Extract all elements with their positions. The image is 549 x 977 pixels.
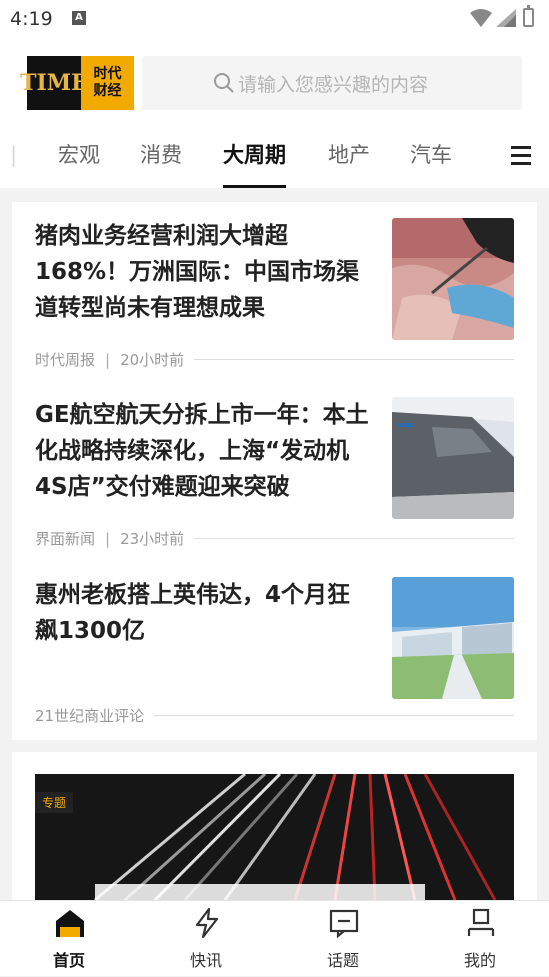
tab-consumption[interactable]: 消费 [140, 138, 182, 188]
meta-divider [194, 538, 514, 539]
tabs-fade-left [0, 138, 24, 178]
meta-separator: | [105, 350, 111, 369]
article-title[interactable]: 猪肉业务经营利润大增超168%！万洲国际：中国市场渠道转型尚未有理想成果 [35, 218, 370, 326]
status-time: 4:19 [10, 8, 53, 30]
article-thumbnail-factory[interactable] [392, 397, 514, 519]
article-source: 21世纪商业评论 [35, 707, 145, 725]
article-time: 23小时前 [120, 530, 185, 548]
article-thumbnail-park[interactable] [392, 577, 514, 699]
nav-profile[interactable]: 我的 [435, 901, 525, 977]
nav-topic-label: 话题 [326, 951, 359, 970]
logo-text: 时代 财经 [81, 56, 134, 110]
category-tabs: | 宏观 消费 大周期 地产 汽车 [0, 138, 549, 188]
article-meta: 界面新闻 | 23小时前 [35, 528, 514, 549]
tab-big-cycle[interactable]: 大周期 [223, 138, 286, 188]
profile-icon [467, 908, 495, 936]
article-time: 20小时前 [120, 351, 185, 369]
nav-home[interactable]: 首页 [24, 901, 114, 977]
logo-text-line1: 时代 [93, 66, 122, 82]
article-source: 界面新闻 [35, 530, 96, 548]
app-logo[interactable]: TIME 时代 财经 [20, 56, 134, 110]
logo-time-mark: TIME [20, 56, 88, 110]
nav-flash[interactable]: 快讯 [161, 901, 251, 977]
meta-divider [154, 715, 514, 716]
article-card: 猪肉业务经营利润大增超168%！万洲国际：中国市场渠道转型尚未有理想成果 时代周… [12, 202, 537, 740]
search-input[interactable]: 请输入您感兴趣的内容 [142, 56, 522, 110]
nav-topic[interactable]: 话题 [298, 901, 388, 977]
status-bar: 4:19 A [0, 0, 549, 38]
tab-auto[interactable]: 汽车 [410, 138, 452, 188]
logo-text-line2: 财经 [93, 83, 122, 99]
search-placeholder: 请输入您感兴趣的内容 [238, 73, 429, 96]
meta-separator: | [105, 529, 111, 548]
article-title[interactable]: GE航空航天分拆上市一年：本土化战略持续深化，上海“发动机4S店”交付难题迎来突… [35, 397, 370, 505]
home-icon [56, 910, 84, 937]
article-thumbnail-meat[interactable] [392, 218, 514, 340]
topic-banner-card[interactable]: 专题 [12, 752, 537, 912]
tabs-fade-right [480, 138, 505, 178]
header: TIME 时代 财经 请输入您感兴趣的内容 | 宏观 消费 大周期 地产 汽车 [0, 38, 549, 188]
wifi-icon [470, 9, 492, 27]
article-item[interactable]: 惠州老板搭上英伟达，4个月狂飙1300亿 21世纪商业评论 [35, 577, 514, 727]
topic-icon [329, 909, 359, 939]
article-meta: 时代周报 | 20小时前 [35, 349, 514, 370]
topic-banner-image[interactable]: 专题 [35, 774, 514, 900]
tab-macro[interactable]: 宏观 [58, 138, 100, 188]
article-item[interactable]: GE航空航天分拆上市一年：本土化战略持续深化，上海“发动机4S店”交付难题迎来突… [35, 397, 514, 557]
search-icon [214, 73, 234, 93]
lightning-icon [195, 907, 219, 939]
nav-profile-label: 我的 [463, 951, 496, 970]
meta-divider [194, 359, 514, 360]
topic-tag: 专题 [35, 792, 74, 813]
nav-home-label: 首页 [52, 951, 85, 970]
article-meta: 21世纪商业评论 [35, 705, 514, 726]
nav-flash-label: 快讯 [189, 951, 222, 970]
tab-real-estate[interactable]: 地产 [328, 138, 370, 188]
bottom-navigation: 首页 快讯 话题 我的 [0, 900, 549, 976]
menu-icon[interactable] [511, 146, 531, 166]
article-source: 时代周报 [35, 351, 96, 369]
article-item[interactable]: 猪肉业务经营利润大增超168%！万洲国际：中国市场渠道转型尚未有理想成果 时代周… [35, 218, 514, 378]
article-title[interactable]: 惠州老板搭上英伟达，4个月狂飙1300亿 [35, 577, 370, 649]
battery-icon [523, 5, 534, 27]
signal-icon [496, 9, 516, 27]
notification-a-icon: A [72, 11, 86, 25]
